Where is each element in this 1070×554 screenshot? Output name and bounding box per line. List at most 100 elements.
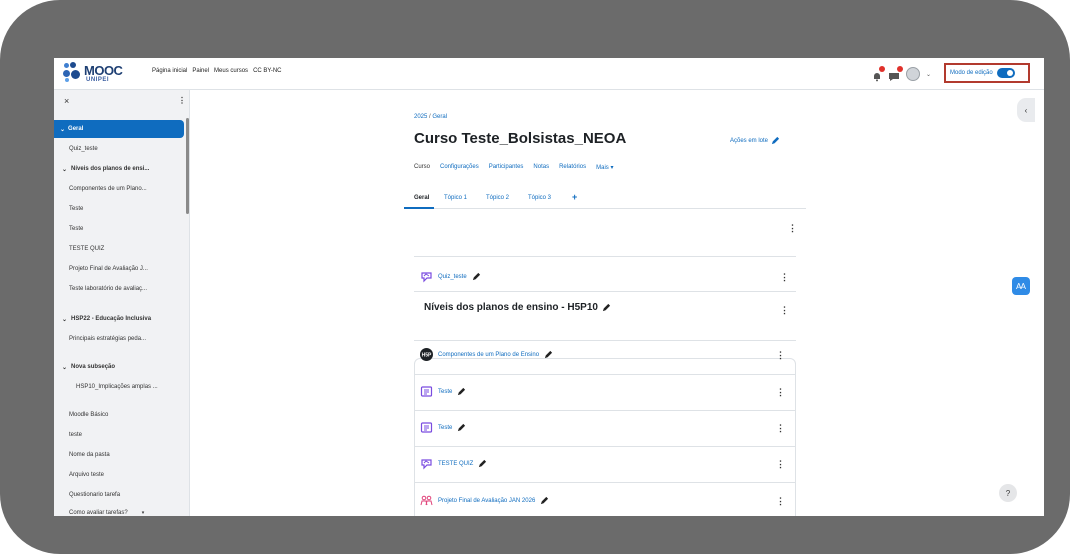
sidebar-item[interactable]: Moodle Básico — [54, 406, 184, 424]
avatar[interactable] — [906, 67, 920, 81]
chevron-down-icon: ⌄ — [62, 316, 68, 323]
user-tools: ⌄ — [872, 66, 931, 82]
chevron-down-icon: ▾ — [141, 510, 145, 516]
sidebar-section[interactable]: ⌄ HSP22 - Educação Inclusiva — [54, 310, 184, 328]
quiz-icon — [420, 270, 433, 283]
sidebar-item[interactable]: Teste — [54, 200, 184, 218]
pencil-icon[interactable] — [602, 303, 611, 312]
sidebar-item[interactable]: Questionario tarefa — [54, 486, 184, 504]
top-navbar: MOOC UNIPEI Página inicial Painel Meus c… — [54, 58, 1044, 90]
activity-name: Projeto Final de Avaliação JAN 2026 — [438, 497, 536, 504]
page-icon — [420, 385, 433, 398]
sidebar-item-label: Projeto Final de Avaliação J... — [69, 266, 148, 272]
pencil-icon[interactable] — [544, 350, 553, 359]
tab-geral[interactable]: Geral — [414, 195, 429, 201]
sidebar-item[interactable]: Quiz_teste — [54, 140, 184, 158]
accessibility-icon: Ꜳ — [1016, 281, 1026, 291]
tab-settings[interactable]: Configurações — [440, 164, 479, 171]
pencil-icon[interactable] — [540, 496, 549, 505]
edit-mode-label: Modo de edição — [950, 70, 993, 76]
sidebar-item[interactable]: Teste laboratório de avaliaç... — [54, 280, 184, 298]
scrollbar[interactable] — [186, 118, 189, 214]
activity-quiz[interactable]: TESTE QUIZ — [420, 457, 487, 470]
tab-topico-2[interactable]: Tópico 2 — [486, 195, 509, 201]
page-icon — [420, 421, 433, 434]
sidebar-item[interactable]: Arquivo teste — [54, 466, 184, 484]
pencil-icon — [771, 136, 780, 145]
activity-menu-icon[interactable]: ⋮ — [776, 388, 785, 397]
sidebar-section-geral[interactable]: ⌄ Geral — [54, 120, 184, 138]
edit-mode-toggle[interactable]: Modo de edição — [944, 63, 1030, 83]
sidebar-item[interactable]: Teste — [54, 220, 184, 238]
nav-dashboard[interactable]: Painel — [192, 68, 209, 74]
course-nav-tabs: Curso Configurações Participantes Notas … — [414, 164, 613, 171]
activity-menu-icon[interactable]: ⋮ — [776, 460, 785, 469]
sidebar-section[interactable]: ⌄ Níveis dos planos de ensi... — [54, 160, 184, 178]
add-tab-button[interactable]: + — [572, 192, 577, 202]
nav-my-courses[interactable]: Meus cursos — [214, 68, 248, 74]
activity-menu-icon[interactable]: ⋮ — [776, 351, 785, 360]
sidebar-item[interactable]: HSP10_Implicações amplas ... — [54, 378, 184, 396]
tab-topico-3[interactable]: Tópico 3 — [528, 195, 551, 201]
toggle-switch[interactable] — [996, 68, 1015, 78]
sidebar-item-label: Teste — [69, 206, 84, 212]
pencil-icon[interactable] — [472, 272, 481, 281]
sidebar-item[interactable]: Componentes de um Plano... — [54, 180, 184, 198]
sidebar-item[interactable]: teste — [54, 426, 184, 444]
section-menu-icon[interactable]: ⋮ — [780, 306, 789, 315]
breadcrumb-separator: / — [429, 114, 431, 120]
section-menu-icon[interactable]: ⋮ — [788, 224, 797, 233]
notifications-icon[interactable] — [872, 66, 885, 82]
drawer-menu-icon[interactable]: ⋮ — [178, 96, 186, 105]
messages-icon[interactable] — [888, 66, 903, 81]
activity-page[interactable]: Teste — [420, 385, 466, 398]
activity-menu-icon[interactable]: ⋮ — [776, 497, 785, 506]
sidebar-item[interactable]: Projeto Final de Avaliação J... — [54, 260, 184, 278]
activity-quiz-teste[interactable]: Quiz_teste — [420, 270, 481, 283]
nav-license[interactable]: CC BY-NC — [253, 68, 281, 74]
sidebar-item-label: Como avaliar tarefas? — [69, 510, 128, 516]
pencil-icon[interactable] — [457, 387, 466, 396]
logo-subtext: UNIPEI — [86, 77, 110, 83]
sidebar-item-label: TESTE QUIZ — [69, 246, 105, 252]
help-button[interactable]: ? — [999, 484, 1017, 502]
divider — [414, 256, 796, 257]
activity-menu-icon[interactable]: ⋮ — [776, 424, 785, 433]
device-frame: MOOC UNIPEI Página inicial Painel Meus c… — [0, 0, 1070, 554]
chevron-down-icon[interactable]: ⌄ — [926, 71, 931, 78]
divider — [414, 374, 796, 375]
block-drawer-toggle[interactable]: ‹ — [1017, 98, 1035, 122]
activity-name: Teste — [438, 388, 453, 395]
tab-more[interactable]: Mais ▾ — [596, 164, 613, 171]
tab-topico-1[interactable]: Tópico 1 — [444, 195, 467, 201]
activity-menu-icon[interactable]: ⋮ — [780, 273, 789, 282]
activity-h5p[interactable]: H5P Componentes de um Plano de Ensino — [420, 348, 553, 361]
sidebar-item[interactable]: Nome da pasta — [54, 446, 184, 464]
breadcrumb-year[interactable]: 2025 — [414, 114, 427, 120]
sidebar-item-label: Quiz_teste — [69, 146, 98, 152]
tab-participants[interactable]: Participantes — [489, 164, 524, 171]
primary-nav: Página inicial Painel Meus cursos CC BY-… — [152, 68, 282, 74]
sidebar-item[interactable]: Como avaliar tarefas? ▾ — [54, 504, 184, 516]
accessibility-button[interactable]: Ꜳ — [1012, 277, 1030, 295]
sidebar-item-label: Nova subseção — [71, 364, 116, 370]
activity-workshop[interactable]: Projeto Final de Avaliação JAN 2026 — [420, 494, 549, 507]
sidebar-section[interactable]: ⌄ Nova subseção — [54, 358, 184, 376]
divider — [414, 446, 796, 447]
breadcrumb-section[interactable]: Geral — [432, 114, 447, 120]
tab-course[interactable]: Curso — [414, 164, 430, 171]
pencil-icon[interactable] — [457, 423, 466, 432]
sidebar-item[interactable]: Principais estratégias peda... — [54, 330, 184, 348]
activity-page[interactable]: Teste — [420, 421, 466, 434]
chevron-down-icon: ⌄ — [62, 166, 68, 173]
pencil-icon[interactable] — [478, 459, 487, 468]
nav-home[interactable]: Página inicial — [152, 68, 187, 74]
tab-reports[interactable]: Relatórios — [559, 164, 586, 171]
quiz-icon — [420, 457, 433, 470]
site-logo[interactable]: MOOC UNIPEI — [62, 61, 124, 87]
sidebar-item[interactable]: TESTE QUIZ — [54, 240, 184, 258]
close-icon[interactable]: × — [64, 96, 69, 106]
tab-grades[interactable]: Notas — [533, 164, 549, 171]
sidebar-item-label: teste — [69, 432, 83, 438]
bulk-actions-button[interactable]: Ações em lote — [730, 136, 780, 145]
